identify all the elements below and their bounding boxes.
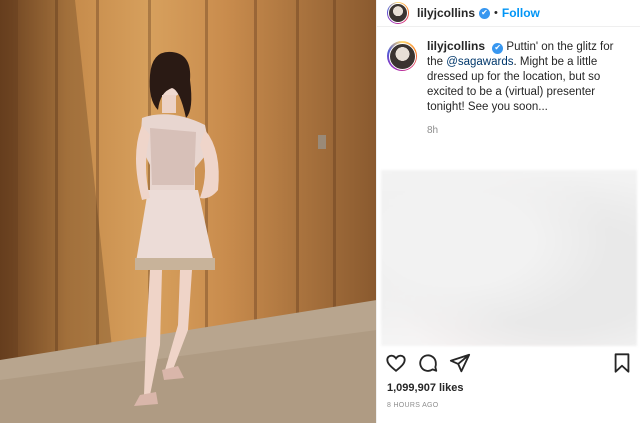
verified-badge-icon: ✔ [492, 42, 504, 54]
avatar-image [388, 3, 408, 23]
caption: lilyjcollins ✔ Puttin' on the glitz for … [427, 39, 630, 138]
share-icon[interactable] [449, 352, 471, 374]
follow-button[interactable]: Follow [502, 6, 540, 20]
post-photo[interactable] [0, 0, 376, 423]
post-header: lilyjcollins ✔ • Follow [377, 0, 640, 27]
caption-avatar[interactable] [387, 41, 417, 71]
post-sidebar: lilyjcollins ✔ • Follow lilyjcollins ✔ P… [376, 0, 640, 423]
caption-username-link[interactable]: lilyjcollins [427, 39, 485, 53]
verified-badge-icon: ✔ [479, 7, 491, 19]
caption-block: lilyjcollins ✔ Puttin' on the glitz for … [377, 27, 640, 138]
avatar[interactable] [387, 2, 409, 24]
action-bar [385, 352, 633, 374]
separator-dot: • [494, 7, 498, 19]
post-timestamp[interactable]: 8 HOURS AGO [387, 402, 439, 409]
blurred-comments-area [381, 170, 637, 346]
username-link[interactable]: lilyjcollins [417, 6, 475, 20]
comment-icon[interactable] [417, 352, 439, 374]
heart-icon[interactable] [385, 352, 407, 374]
photo-illustration [0, 0, 376, 423]
instagram-post: lilyjcollins ✔ • Follow lilyjcollins ✔ P… [0, 0, 640, 423]
bookmark-icon[interactable] [611, 352, 633, 374]
likes-count[interactable]: 1,099,907 likes [387, 382, 463, 394]
avatar-image [388, 42, 416, 70]
mention-link[interactable]: @sagawards [446, 56, 513, 68]
caption-timestamp[interactable]: 8h [427, 123, 630, 138]
